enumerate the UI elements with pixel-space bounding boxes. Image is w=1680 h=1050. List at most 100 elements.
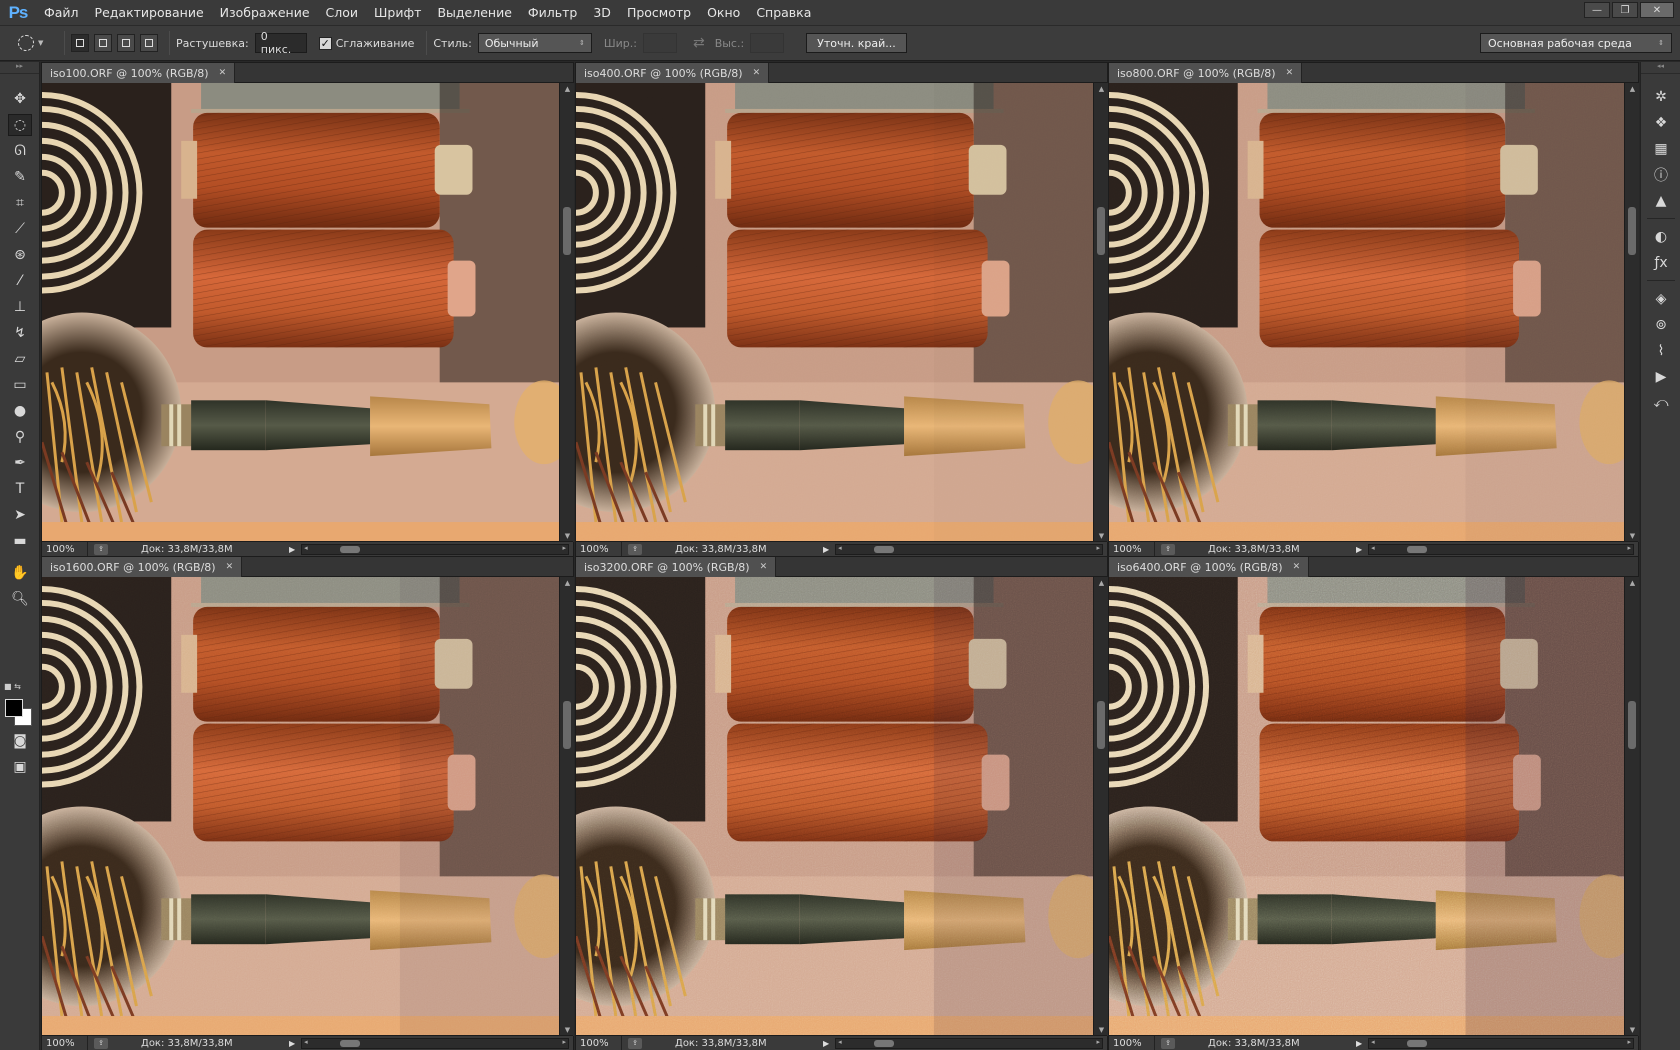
zoom-icon[interactable]: 🔍︎ (8, 588, 32, 610)
scroll-left-icon[interactable]: ◂ (1371, 544, 1375, 552)
scroll-thumb[interactable] (1097, 701, 1105, 749)
close-icon[interactable]: ✕ (1286, 68, 1294, 78)
document-window[interactable]: iso800.ORF @ 100% (RGB/8) ✕ ▲ ▼ 100% ⇪ Д… (1108, 62, 1639, 556)
vertical-scrollbar[interactable]: ▲ ▼ (559, 83, 574, 542)
add-selection-button[interactable] (94, 34, 112, 52)
horizontal-scrollbar[interactable]: ◂ ▸ (1368, 543, 1634, 555)
image-canvas[interactable] (576, 83, 1093, 542)
export-icon[interactable]: ⇪ (94, 1037, 108, 1049)
new-selection-button[interactable] (71, 34, 89, 52)
history-brush-icon[interactable]: ↯ (8, 322, 32, 344)
scroll-up-icon[interactable]: ▲ (560, 577, 575, 589)
status-menu-icon[interactable]: ▶ (1356, 545, 1362, 554)
image-canvas[interactable] (1109, 577, 1624, 1036)
scroll-right-icon[interactable]: ▸ (1096, 544, 1100, 552)
scroll-thumb[interactable] (1407, 1039, 1428, 1047)
menu-help[interactable]: Справка (748, 0, 819, 26)
hand-icon[interactable]: ✋ (8, 562, 32, 584)
close-icon[interactable]: ✕ (219, 68, 227, 78)
status-menu-icon[interactable]: ▶ (823, 545, 829, 554)
feather-input[interactable]: 0 пикс. (254, 30, 307, 56)
screen-mode-icon[interactable]: ▣ (8, 756, 32, 778)
scroll-up-icon[interactable]: ▲ (1625, 83, 1640, 95)
horizontal-scrollbar[interactable]: ◂ ▸ (835, 543, 1103, 555)
panel-grip-icon[interactable]: ◂◂ (1641, 62, 1680, 74)
history-icon[interactable]: ⤺ (1649, 392, 1673, 414)
scroll-left-icon[interactable]: ◂ (1371, 1038, 1375, 1046)
document-tab[interactable]: iso6400.ORF @ 100% (RGB/8) ✕ (1109, 557, 1310, 577)
paths-icon[interactable]: ⌇ (1649, 340, 1673, 362)
horizontal-scrollbar[interactable]: ◂ ▸ (1368, 1037, 1634, 1049)
scroll-up-icon[interactable]: ▲ (1625, 577, 1640, 589)
navigator-icon[interactable]: ✲ (1649, 86, 1673, 108)
close-button[interactable]: ✕ (1640, 2, 1674, 18)
close-icon[interactable]: ✕ (1293, 562, 1301, 572)
refine-edge-button[interactable]: Уточн. край... (806, 33, 907, 53)
scroll-up-icon[interactable]: ▲ (560, 83, 575, 95)
lasso-icon[interactable]: ᘏ (8, 140, 32, 162)
document-tab[interactable]: iso3200.ORF @ 100% (RGB/8) ✕ (576, 557, 777, 577)
document-window[interactable]: iso3200.ORF @ 100% (RGB/8) ✕ ▲ ▼ 100% ⇪ … (575, 556, 1108, 1050)
zoom-field[interactable]: 100% (576, 1036, 622, 1050)
scroll-right-icon[interactable]: ▸ (1096, 1038, 1100, 1046)
channels-icon[interactable]: ⊚ (1649, 314, 1673, 336)
quick-mask-icon[interactable]: ◙ (8, 730, 32, 752)
export-icon[interactable]: ⇪ (1161, 1037, 1175, 1049)
height-input[interactable] (750, 33, 785, 53)
scroll-right-icon[interactable]: ▸ (562, 544, 566, 552)
zoom-field[interactable]: 100% (42, 1036, 88, 1050)
scroll-thumb[interactable] (563, 701, 571, 749)
scroll-right-icon[interactable]: ▸ (562, 1038, 566, 1046)
width-input[interactable] (642, 33, 677, 53)
intersect-selection-button[interactable] (140, 34, 158, 52)
quick-select-icon[interactable]: ✎ (8, 166, 32, 188)
export-icon[interactable]: ⇪ (1161, 543, 1175, 555)
type-icon[interactable]: T (8, 478, 32, 500)
styles-icon[interactable]: ƒx (1649, 252, 1673, 274)
antialias-checkbox[interactable]: ✓ (318, 36, 332, 50)
image-canvas[interactable] (1109, 83, 1624, 542)
style-select[interactable]: Обычный ⇕ (477, 33, 592, 53)
scroll-up-icon[interactable]: ▲ (1094, 577, 1109, 589)
export-icon[interactable]: ⇪ (628, 543, 642, 555)
vertical-scrollbar[interactable]: ▲ ▼ (1624, 577, 1639, 1036)
menu-type[interactable]: Шрифт (366, 0, 429, 26)
horizontal-scrollbar[interactable]: ◂ ▸ (301, 543, 569, 555)
foreground-color-swatch[interactable] (5, 699, 23, 717)
stamp-icon[interactable]: ⊥ (8, 296, 32, 318)
path-select-icon[interactable]: ➤ (8, 504, 32, 526)
image-canvas[interactable] (42, 577, 559, 1036)
menu-edit[interactable]: Редактирование (87, 0, 212, 26)
horizontal-scrollbar[interactable]: ◂ ▸ (835, 1037, 1103, 1049)
scroll-left-icon[interactable]: ◂ (838, 544, 842, 552)
zoom-field[interactable]: 100% (42, 542, 88, 556)
document-window[interactable]: iso400.ORF @ 100% (RGB/8) ✕ ▲ ▼ 100% ⇪ Д… (575, 62, 1108, 556)
scroll-thumb[interactable] (874, 545, 895, 553)
eyedropper-icon[interactable]: ⟋ (8, 218, 32, 240)
scroll-left-icon[interactable]: ◂ (304, 544, 308, 552)
spot-heal-icon[interactable]: ⊛ (8, 244, 32, 266)
close-icon[interactable]: ✕ (753, 68, 761, 78)
export-icon[interactable]: ⇪ (94, 543, 108, 555)
document-tab[interactable]: iso100.ORF @ 100% (RGB/8) ✕ (42, 63, 236, 83)
menu-image[interactable]: Изображение (212, 0, 318, 26)
document-tab[interactable]: iso1600.ORF @ 100% (RGB/8) ✕ (42, 557, 243, 577)
3d-icon[interactable]: ❖ (1649, 112, 1673, 134)
document-window[interactable]: iso100.ORF @ 100% (RGB/8) ✕ ▲ ▼ 100% ⇪ Д… (41, 62, 574, 556)
scroll-left-icon[interactable]: ◂ (838, 1038, 842, 1046)
crop-icon[interactable]: ⌗ (8, 192, 32, 214)
move-icon[interactable]: ✥ (8, 88, 32, 110)
scroll-thumb[interactable] (1628, 207, 1636, 255)
brush-icon[interactable]: ⁄ (8, 270, 32, 292)
document-window[interactable]: iso1600.ORF @ 100% (RGB/8) ✕ ▲ ▼ 100% ⇪ … (41, 556, 574, 1050)
status-menu-icon[interactable]: ▶ (289, 1039, 295, 1048)
scroll-right-icon[interactable]: ▸ (1627, 544, 1631, 552)
close-icon[interactable]: ✕ (760, 562, 768, 572)
pen-icon[interactable]: ✒ (8, 452, 32, 474)
adjustments-icon[interactable]: ◐ (1649, 226, 1673, 248)
menu-filter[interactable]: Фильтр (520, 0, 585, 26)
status-menu-icon[interactable]: ▶ (1356, 1039, 1362, 1048)
image-canvas[interactable] (576, 577, 1093, 1036)
menu-layers[interactable]: Слои (318, 0, 367, 26)
info-icon[interactable]: ⓘ (1649, 164, 1673, 186)
